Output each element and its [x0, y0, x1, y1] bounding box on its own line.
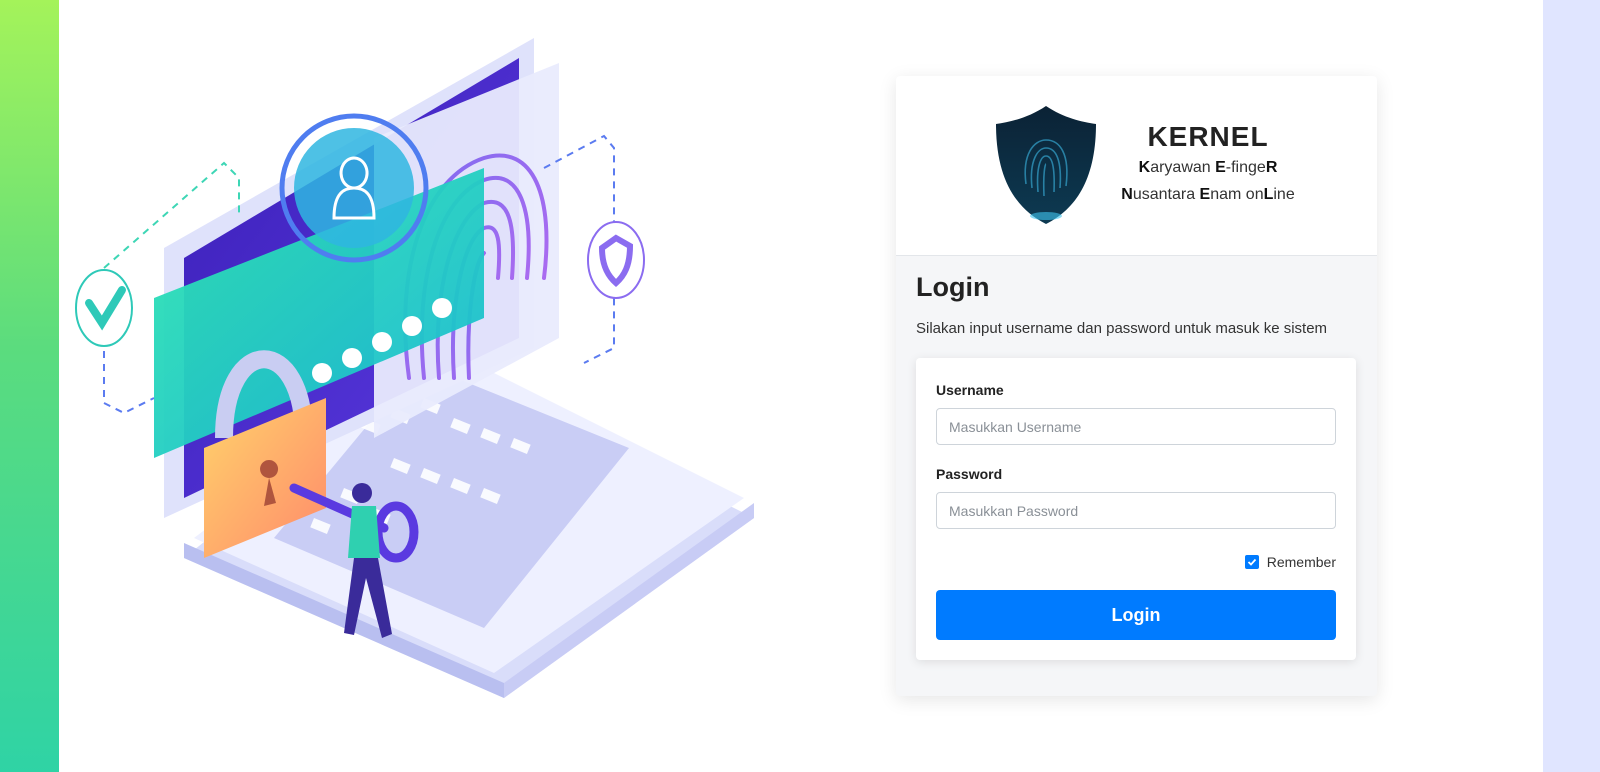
tagline-initial: E [1199, 186, 1211, 203]
tagline-initial: L [1263, 186, 1274, 203]
brand-text: KERNEL Karyawan E-fingeR Nusantara Enam … [1108, 120, 1308, 208]
tagline-text: usantara [1132, 186, 1200, 203]
brand-header: KERNEL Karyawan E-fingeR Nusantara Enam … [896, 76, 1377, 256]
fingerprint-shield-icon [996, 106, 1096, 224]
login-form: Username Password Remember Login [916, 358, 1356, 660]
brand-title: KERNEL [1147, 121, 1269, 152]
login-title: Login [916, 272, 990, 302]
tagline-initial: N [1121, 186, 1133, 203]
remember-checkbox[interactable] [1244, 555, 1259, 569]
tagline-initial: K [1138, 159, 1151, 176]
password-label: Password [936, 466, 1003, 482]
right-side-panel [1543, 0, 1600, 772]
username-input[interactable] [936, 408, 1336, 445]
remember-control[interactable]: Remember [1244, 554, 1336, 570]
security-login-illustration [75, 38, 754, 698]
left-gradient-stripe [0, 0, 59, 772]
tagline-text: -finge [1225, 159, 1266, 176]
tagline-initial: E [1215, 159, 1226, 176]
tagline-text: aryawan [1150, 159, 1216, 176]
username-label: Username [936, 382, 1004, 398]
login-card: KERNEL Karyawan E-fingeR Nusantara Enam … [896, 76, 1377, 696]
tagline-text: ine [1273, 186, 1295, 203]
login-button[interactable]: Login [936, 590, 1336, 640]
password-input[interactable] [936, 492, 1336, 529]
brand-tagline-2: Nusantara Enam onLine [1108, 181, 1308, 208]
tagline-text: nam on [1210, 186, 1264, 203]
tagline-initial: R [1265, 159, 1278, 176]
brand-tagline-1: Karyawan E-fingeR [1108, 154, 1308, 181]
check-icon [1247, 558, 1256, 566]
remember-label: Remember [1266, 554, 1336, 570]
login-subtitle: Silakan input username dan password untu… [916, 320, 1328, 337]
